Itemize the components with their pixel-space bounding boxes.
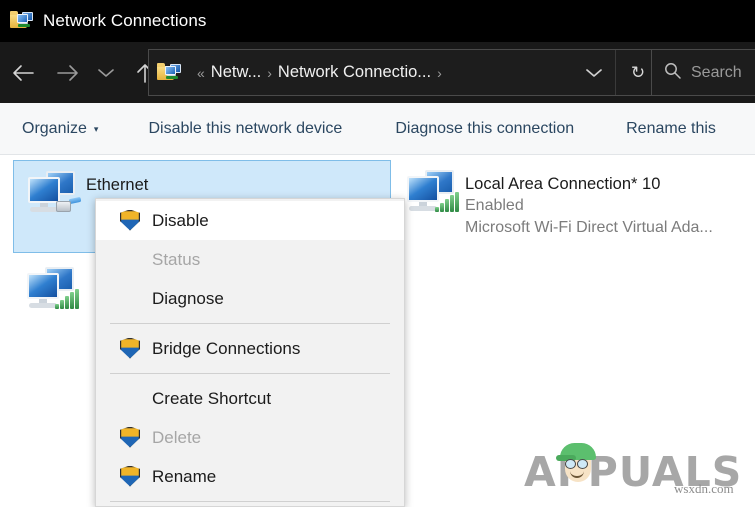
title-bar: Network Connections bbox=[0, 0, 755, 42]
menu-item-disable[interactable]: Disable bbox=[96, 201, 404, 240]
menu-separator bbox=[110, 323, 390, 324]
uac-shield-icon bbox=[120, 427, 142, 449]
command-toolbar: Organize ▾ Disable this network device D… bbox=[0, 103, 755, 155]
uac-shield-icon bbox=[120, 466, 142, 488]
connection-name: Ethernet bbox=[86, 174, 148, 196]
connection-status: Enabled bbox=[465, 195, 713, 217]
menu-item-delete: Delete bbox=[96, 418, 404, 457]
network-folder-icon bbox=[10, 10, 34, 32]
menu-item-create-shortcut[interactable]: Create Shortcut bbox=[96, 379, 404, 418]
menu-item-rename[interactable]: Rename bbox=[96, 457, 404, 496]
menu-item-status: Status bbox=[96, 240, 404, 279]
wireless-adapter-icon bbox=[13, 257, 85, 321]
breadcrumb-separator-1: › bbox=[261, 65, 278, 81]
breadcrumb-separator-2[interactable]: › bbox=[431, 65, 448, 81]
diagnose-connection-button[interactable]: Diagnose this connection bbox=[395, 103, 574, 155]
window-title: Network Connections bbox=[43, 11, 206, 31]
connection-name: Local Area Connection* 10 bbox=[465, 173, 713, 195]
menu-item-bridge-connections[interactable]: Bridge Connections bbox=[96, 329, 404, 368]
search-placeholder: Search bbox=[691, 64, 742, 82]
address-chevron-down-icon[interactable] bbox=[573, 50, 615, 95]
rename-connection-button[interactable]: Rename this bbox=[626, 103, 716, 155]
connection-item-hidden[interactable] bbox=[13, 257, 93, 337]
breadcrumb-item-network[interactable]: Netw... bbox=[211, 63, 261, 82]
breadcrumb-item-network-connections[interactable]: Network Connectio... bbox=[278, 63, 431, 82]
forward-arrow-icon[interactable] bbox=[45, 51, 90, 95]
context-menu: Disable Status Diagnose Bridge Connectio… bbox=[95, 198, 405, 507]
address-network-folder-icon bbox=[157, 62, 183, 83]
appuals-mascot-icon bbox=[560, 443, 596, 483]
network-connections-window: Network Connections « Netw... › Network … bbox=[0, 0, 755, 507]
connection-device: Microsoft Wi-Fi Direct Virtual Ada... bbox=[465, 217, 713, 239]
menu-separator bbox=[110, 373, 390, 374]
disable-network-device-button[interactable]: Disable this network device bbox=[148, 103, 342, 155]
chevron-down-icon: ▾ bbox=[94, 124, 99, 135]
menu-separator bbox=[110, 501, 390, 502]
search-icon bbox=[664, 62, 681, 84]
uac-shield-icon bbox=[120, 210, 142, 232]
menu-item-diagnose[interactable]: Diagnose bbox=[96, 279, 404, 318]
uac-shield-icon bbox=[120, 338, 142, 360]
connection-item-local-area-connection-10[interactable]: Local Area Connection* 10 Enabled Micros… bbox=[393, 160, 755, 253]
recent-locations-chevron-down-icon[interactable] bbox=[90, 51, 122, 95]
breadcrumb-overflow-icon[interactable]: « bbox=[191, 65, 211, 81]
search-box[interactable]: Search bbox=[651, 49, 755, 96]
ethernet-adapter-icon bbox=[14, 161, 86, 225]
address-bar[interactable]: « Netw... › Network Connectio... › ↻ bbox=[148, 49, 661, 96]
site-watermark: wsxdn.com bbox=[674, 481, 734, 497]
back-arrow-icon[interactable] bbox=[0, 51, 45, 95]
organize-button[interactable]: Organize ▾ bbox=[22, 103, 98, 155]
